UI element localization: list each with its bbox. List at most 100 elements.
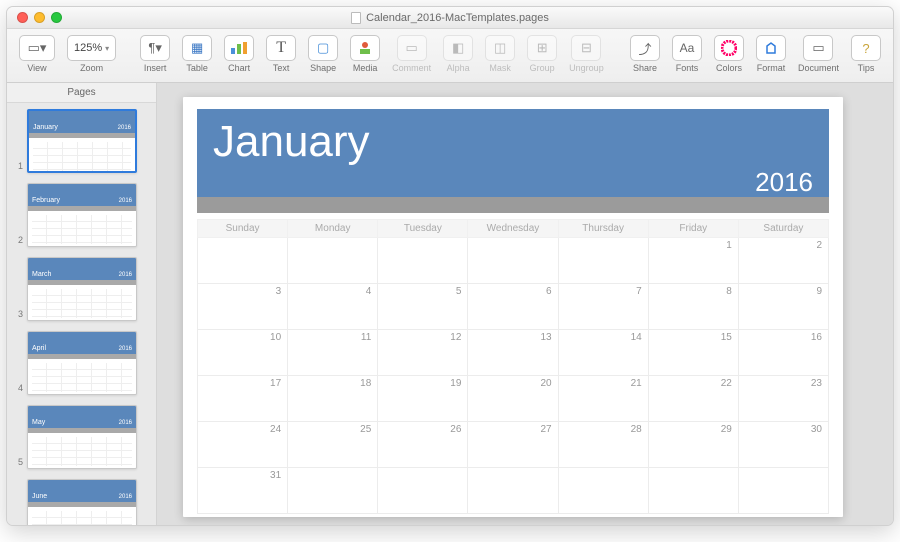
calendar-cell[interactable] [288, 238, 378, 284]
zoom-label: Zoom [80, 63, 103, 73]
calendar-cell[interactable] [468, 238, 558, 284]
calendar-cell[interactable]: 20 [468, 376, 558, 422]
calendar-cell[interactable]: 15 [648, 330, 738, 376]
chart-label: Chart [228, 63, 250, 73]
thumb-wrap[interactable]: 2February2016 [15, 183, 148, 247]
thumb-wrap[interactable]: 3March2016 [15, 257, 148, 321]
thumbnail-list: 1January2016 2February2016 3March2016 4 Apri… [7, 103, 156, 525]
thumb-number: 5 [15, 457, 23, 469]
tips-button[interactable]: ?Tips [847, 33, 885, 75]
calendar-cell[interactable]: 26 [378, 422, 468, 468]
calendar-cell[interactable]: 28 [558, 422, 648, 468]
calendar-cell[interactable]: 23 [738, 376, 828, 422]
calendar-cell[interactable] [738, 468, 828, 514]
calendar-cell[interactable]: 4 [288, 284, 378, 330]
calendar-cell[interactable] [558, 238, 648, 284]
calendar-cell[interactable]: 10 [198, 330, 288, 376]
calendar-cell[interactable]: 25 [288, 422, 378, 468]
share-button[interactable]: ⤴Share [626, 33, 664, 75]
sidebar-title: Pages [7, 83, 156, 103]
calendar-cell[interactable]: 19 [378, 376, 468, 422]
calendar-cell[interactable]: 21 [558, 376, 648, 422]
format-button[interactable]: Format [752, 33, 790, 75]
colors-icon [714, 35, 744, 61]
calendar-cell[interactable] [378, 238, 468, 284]
calendar-cell[interactable]: 30 [738, 422, 828, 468]
calendar-row: 3456789 [198, 284, 829, 330]
zoom-button[interactable]: 125% Zoom [63, 33, 120, 75]
page-thumbnail[interactable]: June2016 [27, 479, 137, 525]
share-icon: ⤴ [630, 35, 660, 61]
text-button[interactable]: TText [262, 33, 300, 75]
page-thumbnail[interactable]: April2016 [27, 331, 137, 395]
view-icon: ▭▾ [19, 35, 55, 61]
format-label: Format [757, 63, 786, 73]
comment-icon: ▭ [397, 35, 427, 61]
calendar-cell[interactable]: 9 [738, 284, 828, 330]
zoom-select[interactable]: 125% [67, 35, 116, 61]
calendar-cell[interactable]: 7 [558, 284, 648, 330]
table-button[interactable]: ▦Table [178, 33, 216, 75]
thumb-wrap[interactable]: 6June2016 [15, 479, 148, 525]
calendar-cell[interactable]: 31 [198, 468, 288, 514]
thumb-wrap[interactable]: 4 April2016 [15, 331, 148, 395]
fonts-button[interactable]: AaFonts [668, 33, 706, 75]
zoom-value: 125% [74, 42, 102, 54]
calendar-cell[interactable]: 1 [648, 238, 738, 284]
calendar-cell[interactable] [648, 468, 738, 514]
calendar-cell[interactable]: 17 [198, 376, 288, 422]
calendar-cell[interactable]: 5 [378, 284, 468, 330]
calendar-cell[interactable]: 14 [558, 330, 648, 376]
media-icon [350, 35, 380, 61]
page-thumbnail[interactable]: February2016 [27, 183, 137, 247]
sidebar: Pages 1January2016 2February2016 3March201… [7, 83, 157, 525]
alpha-icon: ◧ [443, 35, 473, 61]
shape-button[interactable]: ▢Shape [304, 33, 342, 75]
page-thumbnail[interactable]: January2016 [27, 109, 137, 173]
calendar-cell[interactable]: 29 [648, 422, 738, 468]
calendar-cell[interactable]: 16 [738, 330, 828, 376]
calendar-cell[interactable]: 11 [288, 330, 378, 376]
calendar-cell[interactable]: 2 [738, 238, 828, 284]
page-header[interactable]: January 2016 [197, 109, 829, 197]
group-label: Group [530, 63, 555, 73]
thumb-wrap[interactable]: 5 May2016 [15, 405, 148, 469]
calendar-table[interactable]: SundayMondayTuesdayWednesdayThursdayFrid… [197, 219, 829, 514]
calendar-cell[interactable] [378, 468, 468, 514]
calendar-cell[interactable] [288, 468, 378, 514]
ungroup-label: Ungroup [569, 63, 604, 73]
calendar-cell[interactable]: 3 [198, 284, 288, 330]
document-button[interactable]: ▭Document [794, 33, 843, 75]
calendar-cell[interactable]: 27 [468, 422, 558, 468]
thumb-wrap[interactable]: 1January2016 [15, 109, 148, 173]
page-thumbnail[interactable]: May2016 [27, 405, 137, 469]
ungroup-button: ⊟Ungroup [565, 33, 608, 75]
calendar-cell[interactable]: 8 [648, 284, 738, 330]
thumb-number: 4 [15, 383, 23, 395]
chart-button[interactable]: Chart [220, 33, 258, 75]
calendar-header-row: SundayMondayTuesdayWednesdayThursdayFrid… [198, 220, 829, 238]
calendar-cell[interactable]: 24 [198, 422, 288, 468]
calendar-cell[interactable]: 6 [468, 284, 558, 330]
calendar-cell[interactable]: 12 [378, 330, 468, 376]
page-thumbnail[interactable]: March2016 [27, 257, 137, 321]
calendar-cell[interactable] [558, 468, 648, 514]
media-button[interactable]: Media [346, 33, 384, 75]
view-button[interactable]: ▭▾ View [15, 33, 59, 75]
body: Pages 1January20162February20163March201… [7, 83, 893, 525]
calendar-cell[interactable]: 22 [648, 376, 738, 422]
page[interactable]: January 2016 SundayMondayTuesdayWednesda… [183, 97, 843, 517]
calendar-cell[interactable] [468, 468, 558, 514]
year[interactable]: 2016 [755, 167, 813, 198]
insert-button[interactable]: ¶▾Insert [136, 33, 174, 75]
calendar-cell[interactable]: 18 [288, 376, 378, 422]
month-name[interactable]: January [213, 117, 813, 167]
app-window: Calendar_2016-MacTemplates.pages ▭▾ View… [6, 6, 894, 526]
calendar-row: 12 [198, 238, 829, 284]
calendar-cell[interactable]: 13 [468, 330, 558, 376]
colors-button[interactable]: Colors [710, 33, 748, 75]
calendar-cell[interactable] [198, 238, 288, 284]
day-header: Thursday [558, 220, 648, 238]
canvas[interactable]: January 2016 SundayMondayTuesdayWednesda… [157, 83, 893, 525]
mask-icon: ◫ [485, 35, 515, 61]
